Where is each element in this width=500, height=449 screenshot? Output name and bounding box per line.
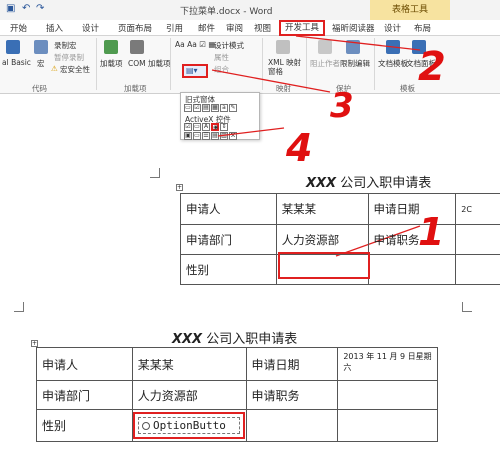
table-cell[interactable]: 申请人 [36,347,133,381]
option-button-control[interactable]: OptionButto [138,417,240,434]
table-cell[interactable] [455,254,500,285]
table-cell[interactable] [337,380,438,410]
arrow-3 [211,69,331,93]
table-move-handle[interactable]: + [176,184,183,191]
table-cell[interactable]: 申请日期 [245,347,339,381]
application-date-cell[interactable]: 2013 年 11 月 9 日星期六 [337,347,438,381]
annotation-3: 3 [330,86,354,126]
table-row: 申请部门 人力资源部 申请职务 [180,224,500,255]
company-name: XXX [172,332,203,347]
table-cell[interactable] [367,254,457,285]
table-cell[interactable]: 2C [455,193,500,225]
company-name: XXX [306,176,337,191]
page-corner-mark [150,168,160,178]
form-name: 公司入职申请表 [336,176,432,191]
annotation-4: 4 [286,126,313,170]
annotation-2: 2 [418,44,446,90]
table-row: 申请人 某某某 申请日期 2013 年 11 月 9 日星期六 [36,347,438,381]
table-move-handle[interactable]: + [31,340,38,347]
table-cell[interactable] [455,224,500,255]
page-corner-mark [462,302,472,312]
form-title-bottom: XXX 公司入职申请表 [172,328,297,347]
arrow-4 [217,127,285,137]
table-row: 申请人 某某某 申请日期 2C [180,193,500,225]
word-window: ▣ ↶ ↷ 下拉菜单.docx - Word 表格工具 开始 插入 设计 页面布… [0,0,500,295]
table-cell[interactable] [245,409,339,442]
table-cell[interactable]: 某某某 [275,193,369,225]
table-cell[interactable] [337,409,438,442]
table-cell[interactable]: 人力资源部 [275,224,369,255]
table-cell[interactable]: 申请部门 [180,224,277,255]
option-button-highlight: OptionButto [133,412,245,439]
table-cell[interactable]: 性别 [36,409,133,442]
table-cell[interactable]: 性别 [180,254,277,285]
table-cell[interactable]: 申请部门 [36,380,133,410]
table-cell[interactable]: 申请职务 [245,380,339,410]
radio-icon [142,422,150,430]
page-corner-mark [14,302,24,312]
annotation-1: 1 [418,210,445,254]
table-cell[interactable]: 人力资源部 [131,380,247,410]
table-cell[interactable]: 某某某 [131,347,247,381]
arrow-2 [295,35,421,51]
table-cell[interactable]: 申请人 [180,193,277,225]
form-title-top: XXX 公司入职申请表 [306,172,431,191]
option-button-caption: OptionButto [153,419,226,432]
form-name: 公司入职申请表 [202,332,298,347]
selected-cell-highlight [278,252,370,279]
table-row: 申请部门 人力资源部 申请职务 [36,380,438,410]
